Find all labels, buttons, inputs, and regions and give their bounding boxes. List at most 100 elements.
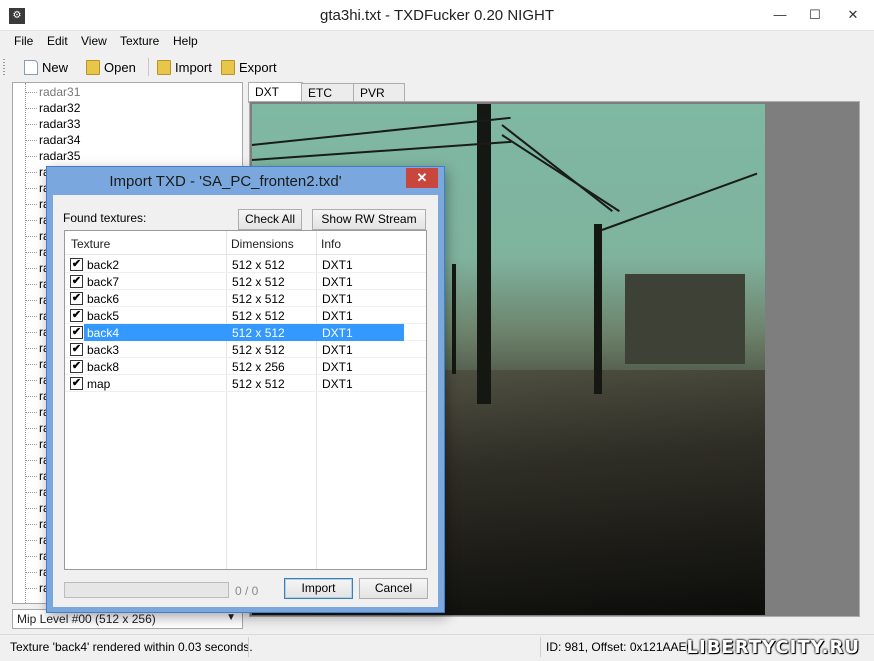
tree-connector [25,220,37,222]
texture-checkbox[interactable]: ✔ [70,275,83,288]
preview-wire [501,124,613,212]
texture-name-cell: map [87,377,111,391]
texture-checkbox[interactable]: ✔ [70,258,83,271]
tree-connector [25,172,37,174]
tree-connector [25,156,37,158]
menu-file[interactable]: File [14,34,33,48]
tab-dxt[interactable]: DXT [248,82,303,103]
preview-pole [594,224,602,394]
tree-connector [25,108,37,110]
tree-connector [25,124,37,126]
preview-wire [601,172,758,231]
texture-checkbox[interactable]: ✔ [70,309,83,322]
open-label: Open [104,59,136,75]
import-folder-icon [157,59,171,75]
tab-pvr[interactable]: PVR [353,83,405,102]
dialog-close-button[interactable]: ✕ [406,168,438,188]
tree-item[interactable]: radar32 [13,100,80,116]
tree-connector [25,380,37,382]
texture-name-cell: back3 [87,343,120,357]
tree-connector [25,268,37,270]
tree-connector [25,332,37,334]
open-button[interactable]: Open [86,57,136,77]
tree-connector [25,396,37,398]
import-confirm-button[interactable]: Import [284,578,353,599]
new-button[interactable]: New [24,57,68,77]
texture-row[interactable]: ✔ back4 512 x 512 DXT1 [65,324,426,341]
maximize-button[interactable]: ☐ [800,0,830,30]
found-textures-label: Found textures: [63,211,147,225]
export-button[interactable]: Export [221,57,277,77]
texture-row[interactable]: ✔ back6 512 x 512 DXT1 [65,290,426,307]
tree-connector [25,460,37,462]
tree-connector [25,316,37,318]
texture-checkbox[interactable]: ✔ [70,377,83,390]
column-texture[interactable]: Texture [71,237,110,251]
texture-row[interactable]: ✔ back7 512 x 512 DXT1 [65,273,426,290]
tree-connector [25,476,37,478]
cancel-button[interactable]: Cancel [359,578,428,599]
texture-checkbox[interactable]: ✔ [70,360,83,373]
texture-name-cell: back5 [87,309,120,323]
info-cell: DXT1 [322,326,353,340]
status-separator [540,637,541,657]
menu-edit[interactable]: Edit [47,34,68,48]
show-rw-stream-button[interactable]: Show RW Stream [312,209,426,230]
texture-name-cell: back6 [87,292,120,306]
tree-connector [25,556,37,558]
dimensions-cell: 512 x 512 [232,275,285,289]
tree-item[interactable]: radar35 [13,148,80,164]
minimize-button[interactable]: — [765,0,795,30]
tree-item-label: radar35 [39,149,81,163]
export-folder-icon [221,59,235,75]
status-message: Texture 'back4' rendered within 0.03 sec… [10,640,253,654]
tree-connector [25,444,37,446]
dimensions-cell: 512 x 512 [232,258,285,272]
tree-connector [25,540,37,542]
dimensions-cell: 512 x 512 [232,326,285,340]
tree-item[interactable]: radar34 [13,132,80,148]
tree-item[interactable]: radar31 [13,84,80,100]
tree-connector [25,428,37,430]
column-info[interactable]: Info [321,237,341,251]
dimensions-cell: 512 x 512 [232,377,285,391]
status-separator [248,637,249,657]
chevron-down-icon: ▼ [226,612,236,623]
check-all-button[interactable]: Check All [238,209,302,230]
texture-row[interactable]: ✔ map 512 x 512 DXT1 [65,375,426,392]
tab-etc[interactable]: ETC [301,83,355,102]
tree-item-label: radar33 [39,117,81,131]
dialog-title-bar[interactable]: Import TXD - 'SA_PC_fronten2.txd' ✕ [47,167,444,195]
dialog-title: Import TXD - 'SA_PC_fronten2.txd' [109,173,342,190]
import-progress-bar [64,582,229,598]
texture-row[interactable]: ✔ back8 512 x 256 DXT1 [65,358,426,375]
info-cell: DXT1 [322,343,353,357]
dimensions-cell: 512 x 512 [232,292,285,306]
menu-texture[interactable]: Texture [120,34,159,48]
texture-checkbox[interactable]: ✔ [70,343,83,356]
texture-checkbox[interactable]: ✔ [70,292,83,305]
texture-checkbox[interactable]: ✔ [70,326,83,339]
tree-item[interactable]: radar33 [13,116,80,132]
texture-row[interactable]: ✔ back3 512 x 512 DXT1 [65,341,426,358]
preview-wire [251,116,511,146]
tree-item-label: radar34 [39,133,81,147]
texture-row[interactable]: ✔ back5 512 x 512 DXT1 [65,307,426,324]
title-bar: ⚙ gta3hi.txt - TXDFucker 0.20 NIGHT — ☐ … [0,0,874,31]
tree-connector [25,524,37,526]
texture-row[interactable]: ✔ back2 512 x 512 DXT1 [65,256,426,273]
texture-name-cell: back4 [87,326,120,340]
dimensions-cell: 512 x 512 [232,309,285,323]
watermark-logo: LIBERTYCITY.RU [686,637,860,658]
import-button[interactable]: Import [157,57,212,77]
dimensions-cell: 512 x 256 [232,360,285,374]
menu-help[interactable]: Help [173,34,198,48]
tree-connector [25,572,37,574]
info-cell: DXT1 [322,360,353,374]
close-button[interactable]: ✕ [838,0,868,30]
menu-view[interactable]: View [81,34,107,48]
texture-list[interactable]: Texture Dimensions Info ✔ back2 512 x 512 D… [64,230,427,570]
column-dimensions[interactable]: Dimensions [231,237,294,251]
tree-connector [25,92,37,94]
toolbar-separator [148,58,149,76]
